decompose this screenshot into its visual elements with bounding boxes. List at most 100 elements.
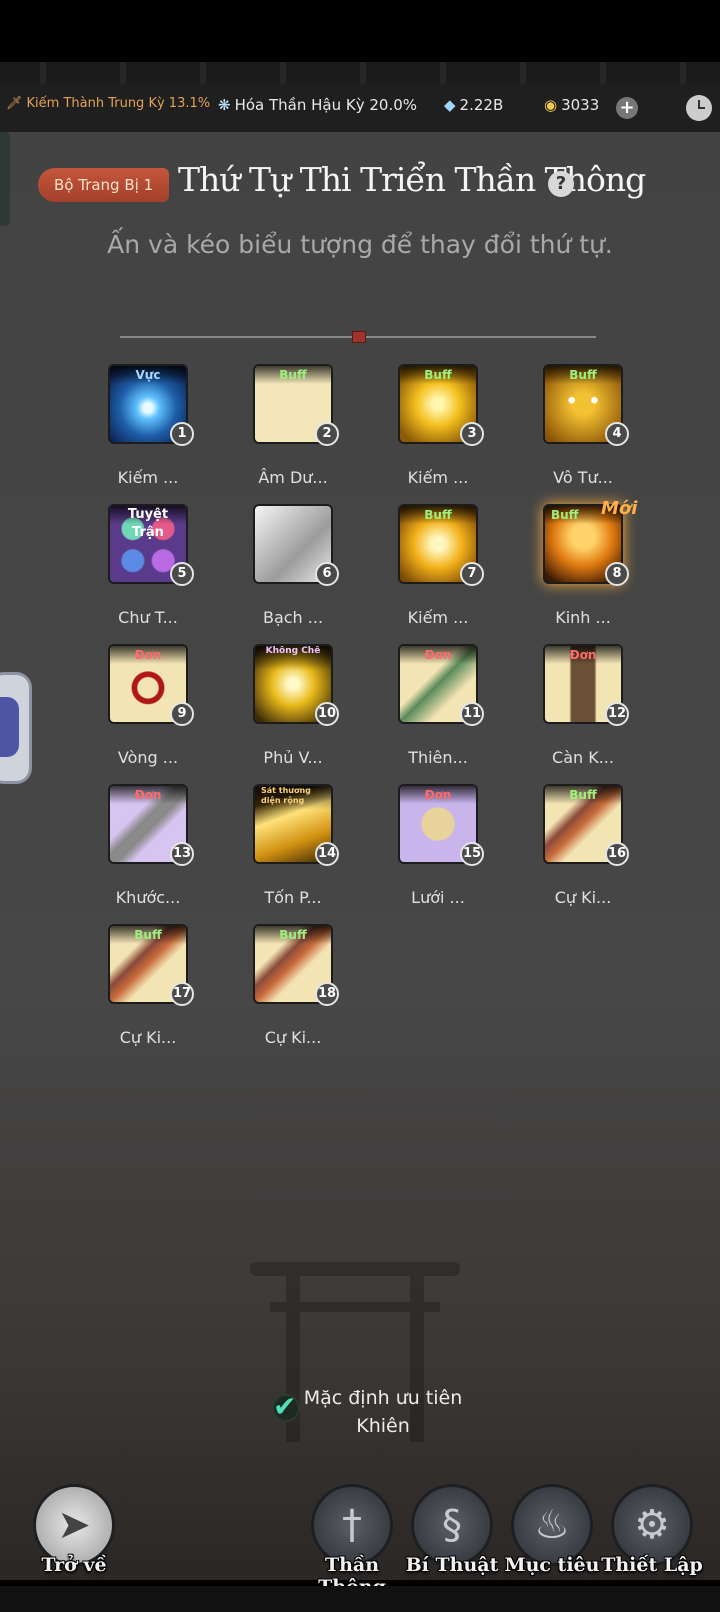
skill-slot-6[interactable]: 6 Bạch ... xyxy=(227,504,347,634)
back-label: Trở về xyxy=(41,1554,107,1576)
skill-name: Kinh ... xyxy=(555,608,611,627)
skill-slot-8[interactable]: Buff Mới 8 Kinh ... xyxy=(517,498,637,634)
skill-order-number: 10 xyxy=(315,702,339,726)
default-priority-line1: Mặc định ưu tiên xyxy=(303,1387,463,1409)
skill-tag: Vực xyxy=(110,366,186,384)
skill-tag: Buff xyxy=(110,926,186,944)
skill-tag: Buff xyxy=(400,506,476,524)
thiet-lap-label: Thiết Lập xyxy=(601,1554,703,1576)
back-button[interactable]: ➤ Trở về xyxy=(28,1470,120,1590)
checkmark-icon: ✔ xyxy=(273,1390,297,1423)
realm1-text: Kiếm Thành Trung Kỳ 13.1% xyxy=(26,96,211,111)
skill-name: Âm Dư... xyxy=(258,468,328,487)
skill-slot-4[interactable]: Buff 4 Vô Tư... xyxy=(517,364,637,494)
cultivation-realm-2[interactable]: ❋ Hóa Thần Hậu Kỳ 20.0% xyxy=(218,96,417,114)
skill-order-number: 9 xyxy=(170,702,194,726)
skill-tag: Buff xyxy=(255,926,331,944)
clock-icon[interactable] xyxy=(686,95,712,121)
skill-tag: Tuyệt Trận xyxy=(110,506,186,540)
skill-slot-17[interactable]: Buff 17 Cự Ki... xyxy=(82,924,202,1054)
bi-thuat-button[interactable]: § Bí Thuật xyxy=(406,1470,498,1590)
skill-order-number: 8 xyxy=(605,562,629,586)
side-tab[interactable] xyxy=(0,132,10,226)
resource-bar: 🗡 Kiếm Thành Trung Kỳ 13.1% ❋ Hóa Thần H… xyxy=(0,84,720,132)
spirit-stone-value: 2.22B xyxy=(459,96,504,114)
muc-tieu-label: Mục tiêu xyxy=(504,1554,600,1576)
skill-name: Bạch ... xyxy=(262,608,324,627)
skill-name: Tốn P... xyxy=(264,888,322,907)
skill-slot-15[interactable]: Đơn 15 Lưới ... xyxy=(372,784,492,914)
new-badge: Mới xyxy=(601,498,638,519)
skill-tag: Đơn xyxy=(400,786,476,804)
skill-order-number: 15 xyxy=(460,842,484,866)
muc-tieu-button[interactable]: ♨ Mục tiêu xyxy=(505,1470,599,1590)
skill-name: Kiếm ... xyxy=(407,608,469,627)
skill-tag: Đơn xyxy=(110,646,186,664)
realm2-text: Hóa Thần Hậu Kỳ 20.0% xyxy=(234,96,418,114)
skill-slot-1[interactable]: Vực 1 Kiếm ... xyxy=(82,364,202,494)
skill-name: Lưới ... xyxy=(411,888,465,907)
skill-order-number: 13 xyxy=(170,842,194,866)
default-priority-label[interactable]: Mặc định ưu tiên Khiên xyxy=(298,1384,468,1440)
currency-counter[interactable]: ◉ 3033 xyxy=(544,96,599,114)
currency-value: 3033 xyxy=(561,96,600,114)
skill-order-number: 18 xyxy=(315,982,339,1006)
skill-name: Chư T... xyxy=(118,608,178,627)
skill-name: Thiên... xyxy=(408,748,468,767)
skill-name: Cự Ki... xyxy=(264,1028,322,1047)
skill-slot-16[interactable]: Buff 16 Cự Ki... xyxy=(517,784,637,914)
skill-slot-7[interactable]: Buff 7 Kiếm ... xyxy=(372,504,492,634)
skill-slot-5[interactable]: Tuyệt Trận 5 Chư T... xyxy=(82,504,202,634)
coin-icon: ◉ xyxy=(544,96,558,114)
skill-tag: Buff xyxy=(545,366,621,384)
equipment-set-badge[interactable]: Bộ Trang Bị 1 xyxy=(38,168,170,202)
skill-name: Vô Tư... xyxy=(553,468,613,487)
skill-name: Phủ V... xyxy=(263,748,323,767)
skill-tag: Buff xyxy=(255,366,331,384)
system-nav-bar xyxy=(0,1586,720,1612)
skill-tag: Đơn xyxy=(110,786,186,804)
skill-order-number: 3 xyxy=(460,422,484,446)
skill-name: Kiếm ... xyxy=(407,468,469,487)
help-icon[interactable]: ? xyxy=(548,171,574,197)
skill-slot-2[interactable]: Buff 2 Âm Dư... xyxy=(227,364,347,494)
crystal-icon: ◆ xyxy=(444,96,456,114)
skill-name: Cự Ki... xyxy=(119,1028,177,1047)
skill-slot-3[interactable]: Buff 3 Kiếm ... xyxy=(372,364,492,494)
skill-order-number: 16 xyxy=(605,842,629,866)
skill-slot-9[interactable]: Đơn 9 Vòng ... xyxy=(82,644,202,774)
spirit-stone-counter[interactable]: ◆ 2.22B xyxy=(444,96,503,114)
divider-ornament xyxy=(352,331,366,343)
skill-tag: Khống Chế xyxy=(255,646,331,670)
skill-slot-13[interactable]: Đơn 13 Khước... xyxy=(82,784,202,914)
skill-order-number: 17 xyxy=(170,982,194,1006)
plus-icon[interactable]: + xyxy=(616,97,638,119)
skill-order-number: 2 xyxy=(315,422,339,446)
page-title: Thứ Tự Thi Triển Thần Thông xyxy=(178,160,646,199)
thiet-lap-button[interactable]: ⚙ Thiết Lập xyxy=(601,1470,703,1590)
cultivation-realm-1[interactable]: 🗡 Kiếm Thành Trung Kỳ 13.1% xyxy=(6,96,210,111)
default-priority-line2: Khiên xyxy=(356,1415,410,1437)
status-bar xyxy=(0,0,720,62)
skill-order-number: 6 xyxy=(315,562,339,586)
skill-slot-11[interactable]: Đơn 11 Thiên... xyxy=(372,644,492,774)
decorative-border xyxy=(0,62,720,84)
skill-tag: Đơn xyxy=(545,646,621,664)
skill-tag: Đơn xyxy=(400,646,476,664)
skill-name: Kiếm ... xyxy=(117,468,179,487)
side-widget-button[interactable] xyxy=(0,672,32,784)
skill-name: Cự Ki... xyxy=(554,888,612,907)
skill-slot-10[interactable]: Khống Chế 10 Phủ V... xyxy=(227,644,347,774)
skill-slot-14[interactable]: Sát thương diện rộng 14 Tốn P... xyxy=(227,784,347,914)
skill-tag: Buff xyxy=(545,786,621,804)
skill-order-number: 12 xyxy=(605,702,629,726)
skill-name: Vòng ... xyxy=(117,748,179,767)
skill-slot-18[interactable]: Buff 18 Cự Ki... xyxy=(227,924,347,1054)
skill-slot-12[interactable]: Đơn 12 Càn K... xyxy=(517,644,637,774)
skill-tag: Sát thương diện rộng xyxy=(255,786,331,810)
skill-order-number: 11 xyxy=(460,702,484,726)
than-thong-button[interactable]: † Thần Thông xyxy=(306,1470,398,1598)
fan-icon: ❋ xyxy=(218,96,231,114)
skill-order-number: 7 xyxy=(460,562,484,586)
bi-thuat-label: Bí Thuật xyxy=(405,1554,499,1576)
